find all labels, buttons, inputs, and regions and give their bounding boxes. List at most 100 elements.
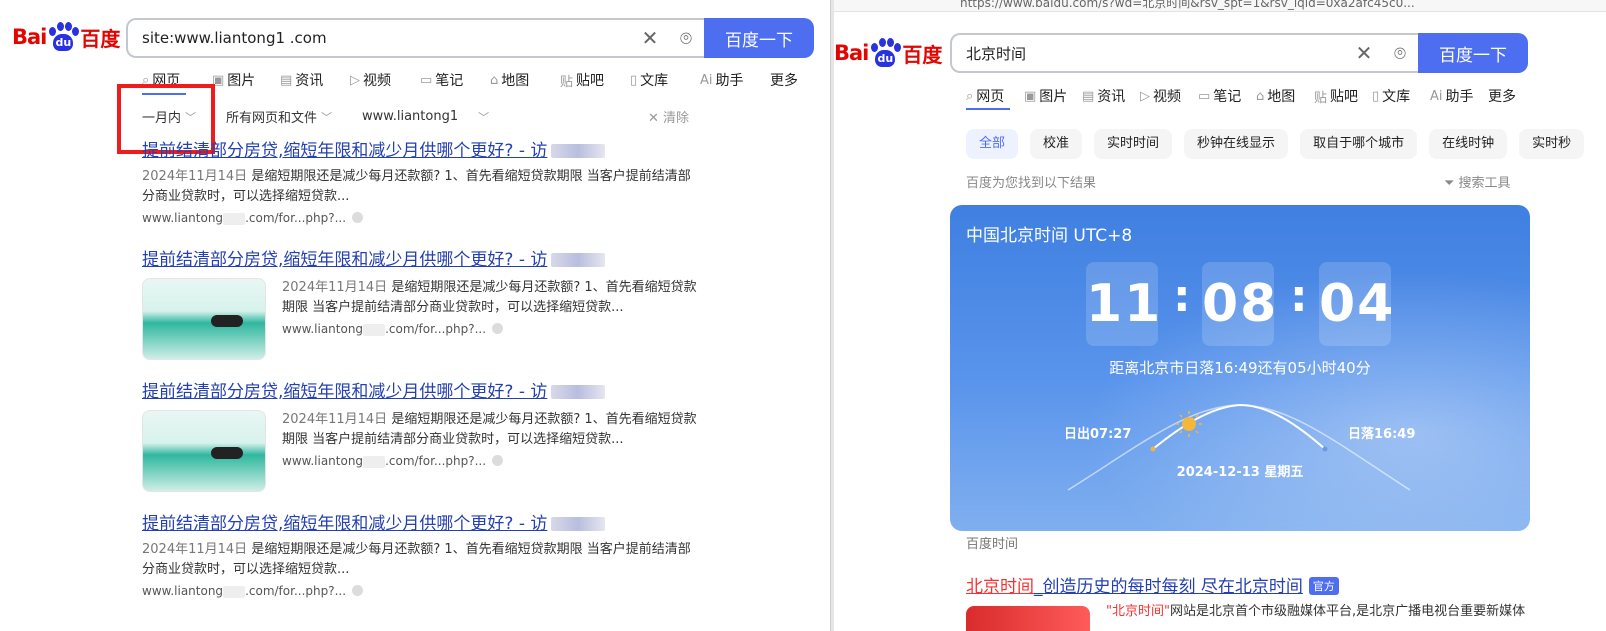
tieba-icon: 贴 <box>560 74 574 90</box>
tab-images[interactable]: ▣ 图片 <box>1024 86 1082 106</box>
clock-date: 2024-12-13 星期五 <box>1176 465 1304 480</box>
close-icon: ✕ <box>648 111 664 126</box>
left-browser-pane: Bai du 百度 site:www.liantong1 .com ✕ ⌾ 百度… <box>0 0 830 631</box>
results-found-text: 百度为您找到以下结果 <box>966 176 1097 191</box>
baidu-logo[interactable]: Bai du 百度 <box>12 22 120 52</box>
clock-minutes: 08 <box>1202 262 1276 346</box>
pill-city-source[interactable]: 取自于哪个城市 <box>1300 129 1418 159</box>
search-result: 提前结清部分房贷,缩短年限和减少月供哪个更好? - 访 2024年11月14日 … <box>142 245 702 360</box>
address-bar[interactable]: https://www.baidu.com/s?wd=北京时间&rsv_spt=… <box>834 0 1606 12</box>
search-result: 提前结清部分房贷,缩短年限和减少月供哪个更好? - 访 2024年11月14日 … <box>142 509 702 598</box>
result-abstract: "北京时间"网站是北京首个市级融媒体平台,是北京广播电视台重要新媒体 <box>1106 604 1526 619</box>
clock-seconds: 04 <box>1319 262 1393 346</box>
result-title-link[interactable]: 提前结清部分房贷,缩短年限和减少月供哪个更好? - 访 <box>142 245 702 270</box>
camera-icon[interactable]: ⌾ <box>668 26 704 50</box>
result-url[interactable]: www.liantong .com/for...php?... <box>142 584 702 598</box>
pill-realtime[interactable]: 实时时间 <box>1094 129 1173 159</box>
tab-images[interactable]: ▣ 图片 <box>212 70 280 90</box>
result-title-link[interactable]: 提前结清部分房贷,缩短年限和减少月供哪个更好? - 访 <box>142 509 702 534</box>
tab-video[interactable]: ▷ 视频 <box>1140 86 1198 106</box>
result-title-link[interactable]: 提前结清部分房贷,缩短年限和减少月供哪个更好? - 访 <box>142 136 702 161</box>
tab-more[interactable]: 更多 <box>1488 86 1516 106</box>
search-button[interactable]: 百度一下 <box>704 18 814 58</box>
sunset-label: 日落16:49 <box>1348 427 1416 442</box>
tab-wenku[interactable]: ▯ 文库 <box>630 70 700 90</box>
clock-colon: : <box>1173 271 1191 322</box>
pill-all[interactable]: 全部 <box>966 129 1019 159</box>
tab-assistant[interactable]: Ai 助手 <box>700 70 770 90</box>
wenku-icon: ▯ <box>1372 88 1380 104</box>
chevron-down-icon: ﹀ <box>321 110 333 124</box>
search-input[interactable]: 北京时间 ✕ ⌾ <box>950 33 1418 73</box>
result-url[interactable]: www.liantong .com/for...php?... <box>282 322 702 336</box>
clock-hours: 11 <box>1086 262 1160 346</box>
search-button[interactable]: 百度一下 <box>1418 33 1528 73</box>
shield-icon <box>352 212 364 223</box>
filter-icon: ⏷ <box>1444 176 1459 191</box>
chevron-down-icon: ﹀ <box>478 110 490 124</box>
map-icon: ⌂ <box>490 72 499 88</box>
tab-wenku[interactable]: ▯ 文库 <box>1372 86 1430 106</box>
video-icon: ▷ <box>1140 88 1150 104</box>
card-source[interactable]: 百度时间 <box>966 533 1018 552</box>
search-box: site:www.liantong1 .com ✕ ⌾ 百度一下 <box>126 18 814 58</box>
tab-assistant[interactable]: Ai 助手 <box>1430 86 1488 106</box>
shield-icon <box>492 455 504 466</box>
clear-filters-button[interactable]: ✕ 清除 <box>648 107 689 126</box>
search-tabs: ⌕ 网页 ▣ 图片 ▤ 资讯 ▷ 视频 ▭ 笔记 ⌂ 地图 贴贴吧 ▯ 文库 Ai 助手 更多 <box>142 70 798 90</box>
tab-news[interactable]: ▤ 资讯 <box>280 70 350 90</box>
search-icon: ⌕ <box>966 88 974 104</box>
tab-notes[interactable]: ▭ 笔记 <box>1198 86 1256 106</box>
clear-icon[interactable]: ✕ <box>1346 41 1382 65</box>
ai-icon: Ai <box>700 72 713 88</box>
news-icon: ▤ <box>1082 88 1095 104</box>
result-abstract: 2024年11月14日 是缩短期限还是减少每月还款额? 1、首先看缩短贷款期限 … <box>142 542 691 577</box>
sunset-countdown: 距离北京市日落16:49还有05小时40分 <box>1109 359 1371 377</box>
result-url[interactable]: www.liantong .com/for...php?... <box>142 211 702 225</box>
search-result: 提前结清部分房贷,缩短年限和减少月供哪个更好? - 访 2024年11月14日 … <box>142 136 702 225</box>
active-tab-underline <box>966 108 1010 110</box>
result-abstract: 2024年11月14日 是缩短期限还是减少每月还款额? 1、首先看缩短贷款期限 … <box>142 169 691 204</box>
tab-tieba[interactable]: 贴贴吧 <box>1314 86 1372 106</box>
wenku-icon: ▯ <box>630 72 638 88</box>
paw-icon: du <box>869 38 902 68</box>
tab-notes[interactable]: ▭ 笔记 <box>420 70 490 90</box>
result-url[interactable]: www.liantong .com/for...php?... <box>282 454 702 468</box>
search-box: 北京时间 ✕ ⌾ 百度一下 <box>950 33 1528 73</box>
pill-calibrate[interactable]: 校准 <box>1030 129 1083 159</box>
site-filter-dropdown[interactable]: www.liantong1 ﹀ <box>362 107 489 126</box>
clear-icon[interactable]: ✕ <box>632 26 668 50</box>
result-title-link[interactable]: 北京时间_创造历史的每时每刻 尽在北京时间 官方 <box>966 572 1339 597</box>
search-result: 提前结清部分房贷,缩短年限和减少月供哪个更好? - 访 2024年11月14日 … <box>142 377 702 492</box>
tab-more[interactable]: 更多 <box>770 70 798 90</box>
tab-map[interactable]: ⌂ 地图 <box>1256 86 1314 106</box>
clock-colon: : <box>1290 271 1308 322</box>
tab-web[interactable]: ⌕ 网页 <box>966 86 1024 106</box>
result-abstract: 2024年11月14日 是缩短期限还是减少每月还款额? 1、首先看缩短贷款期限 … <box>282 412 697 447</box>
result-thumbnail[interactable] <box>142 278 266 360</box>
baidu-logo[interactable]: Bai du 百度 <box>834 38 942 68</box>
tab-video[interactable]: ▷ 视频 <box>350 70 420 90</box>
related-query-pills: 全部 校准 实时时间 秒钟在线显示 取自于哪个城市 在线时钟 实时秒 <box>966 129 1596 159</box>
official-badge: 官方 <box>1308 577 1339 595</box>
result-title-link[interactable]: 提前结清部分房贷,缩短年限和减少月供哪个更好? - 访 <box>142 377 702 402</box>
tab-map[interactable]: ⌂ 地图 <box>490 70 560 90</box>
clock-title: 中国北京时间 UTC+8 <box>966 226 1133 246</box>
result-thumbnail[interactable] <box>142 410 266 492</box>
sun-icon <box>1176 411 1202 437</box>
video-icon: ▷ <box>350 72 360 88</box>
pill-seconds-online[interactable]: 秒钟在线显示 <box>1184 129 1289 159</box>
search-input[interactable]: site:www.liantong1 .com ✕ ⌾ <box>126 18 704 58</box>
search-tools-button[interactable]: ⏷ 搜索工具 <box>1444 172 1511 191</box>
shield-icon <box>352 585 364 596</box>
beijing-time-card: 中国北京时间 UTC+8 11 : 08 : 04 距离北京市日落16:49还有… <box>950 205 1530 531</box>
type-filter-dropdown[interactable]: 所有网页和文件 ﹀ <box>226 107 333 127</box>
result-thumbnail[interactable] <box>966 606 1090 631</box>
tieba-icon: 贴 <box>1314 90 1328 106</box>
pill-online-clock[interactable]: 在线时钟 <box>1429 129 1508 159</box>
camera-icon[interactable]: ⌾ <box>1382 41 1418 65</box>
tab-tieba[interactable]: 贴贴吧 <box>560 70 630 90</box>
pill-realtime-seconds[interactable]: 实时秒 <box>1519 129 1585 159</box>
result-abstract: 2024年11月14日 是缩短期限还是减少每月还款额? 1、首先看缩短贷款期限 … <box>282 280 697 315</box>
tab-news[interactable]: ▤ 资讯 <box>1082 86 1140 106</box>
